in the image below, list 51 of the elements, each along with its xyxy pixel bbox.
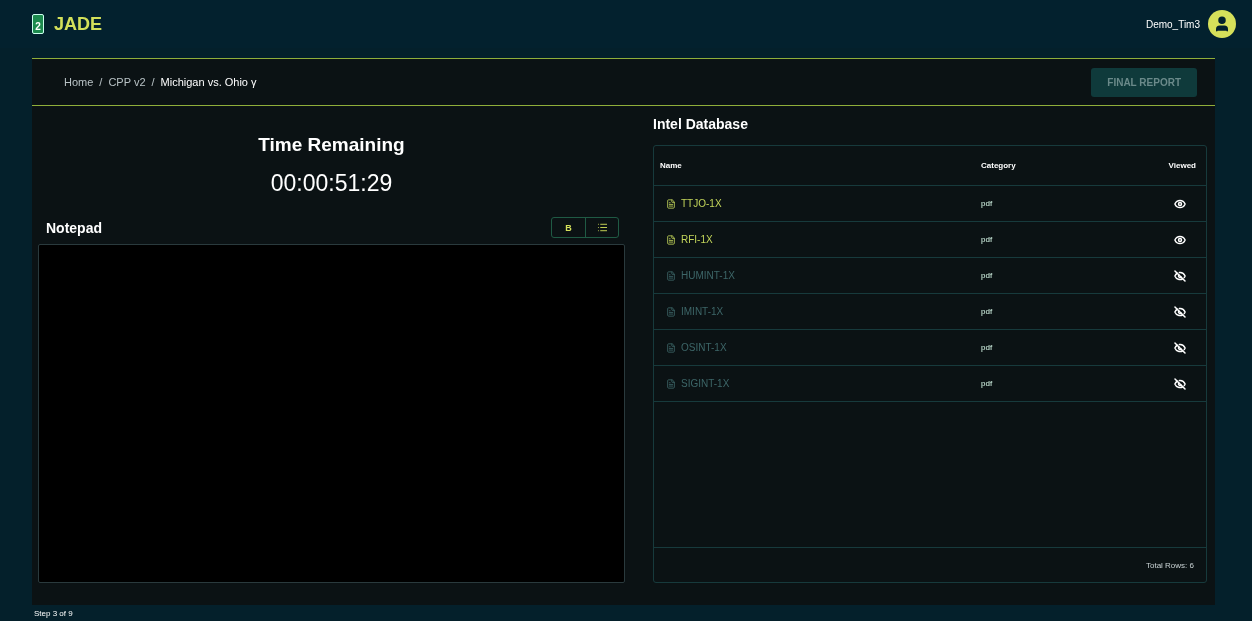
table-row[interactable]: HUMINT-1X pdf xyxy=(654,258,1206,294)
app-title: JADE xyxy=(54,13,102,35)
category-cell-text: pdf xyxy=(981,199,994,208)
eye-icon xyxy=(1174,197,1186,210)
file-icon xyxy=(666,234,676,245)
breadcrumb-separator: / xyxy=(99,76,103,88)
file-icon xyxy=(666,306,676,317)
category-cell-text: pdf xyxy=(981,379,994,388)
column-header: Name xyxy=(660,161,683,170)
file-name: IMINT-1X xyxy=(681,306,724,317)
column-header: Category xyxy=(981,161,1017,170)
logo-sign-icon: 2 xyxy=(32,14,44,34)
file-name: HUMINT-1X xyxy=(681,270,735,281)
notepad-field[interactable] xyxy=(38,244,625,583)
bold-button[interactable]: B xyxy=(552,218,585,237)
eye-off-icon xyxy=(1174,341,1186,354)
breadcrumb-link[interactable]: CPP v2 xyxy=(108,76,146,88)
file-name: TTJO-1X xyxy=(681,198,722,209)
table-row[interactable]: TTJO-1X pdf xyxy=(654,186,1206,222)
table-row[interactable]: IMINT-1X pdf xyxy=(654,294,1206,330)
eye-icon xyxy=(1174,233,1186,246)
breadcrumb-separator: / xyxy=(151,76,155,88)
category-cell-text: pdf xyxy=(981,271,994,280)
file-name: OSINT-1X xyxy=(681,342,727,353)
avatar-icon[interactable] xyxy=(1208,10,1236,38)
file-icon xyxy=(666,378,676,389)
file-name: RFI-1X xyxy=(681,234,713,245)
breadcrumb-link[interactable]: Michigan vs. Ohio γ xyxy=(160,76,257,88)
notepad-title: Notepad xyxy=(46,219,102,236)
column-header: Viewed xyxy=(1167,161,1196,170)
table-row[interactable]: OSINT-1X pdf xyxy=(654,330,1206,366)
intel-title: Intel Database xyxy=(653,116,749,132)
table-row[interactable]: RFI-1X pdf xyxy=(654,222,1206,258)
category-cell-text: pdf xyxy=(981,343,994,352)
timer-title: Time Remaining xyxy=(257,134,406,156)
file-name: SIGINT-1X xyxy=(681,378,730,389)
breadcrumb-link[interactable]: Home xyxy=(64,76,94,88)
category-cell-text: pdf xyxy=(981,307,994,316)
eye-off-icon xyxy=(1174,305,1186,318)
file-icon xyxy=(666,342,676,353)
total-rows: Total Rows: 6 xyxy=(654,548,1206,582)
eye-off-icon xyxy=(1174,377,1186,390)
timer-value: 00:00:51:29 xyxy=(269,170,394,197)
category-cell-text: pdf xyxy=(981,235,994,244)
eye-off-icon xyxy=(1174,269,1186,282)
user-name: Demo_Tim3 xyxy=(1145,18,1200,30)
list-icon xyxy=(596,222,608,233)
table-row[interactable]: SIGINT-1X pdf xyxy=(654,366,1206,402)
file-icon xyxy=(666,198,676,209)
file-icon xyxy=(666,270,676,281)
step-indicator: Step 3 of 9 xyxy=(33,607,74,620)
